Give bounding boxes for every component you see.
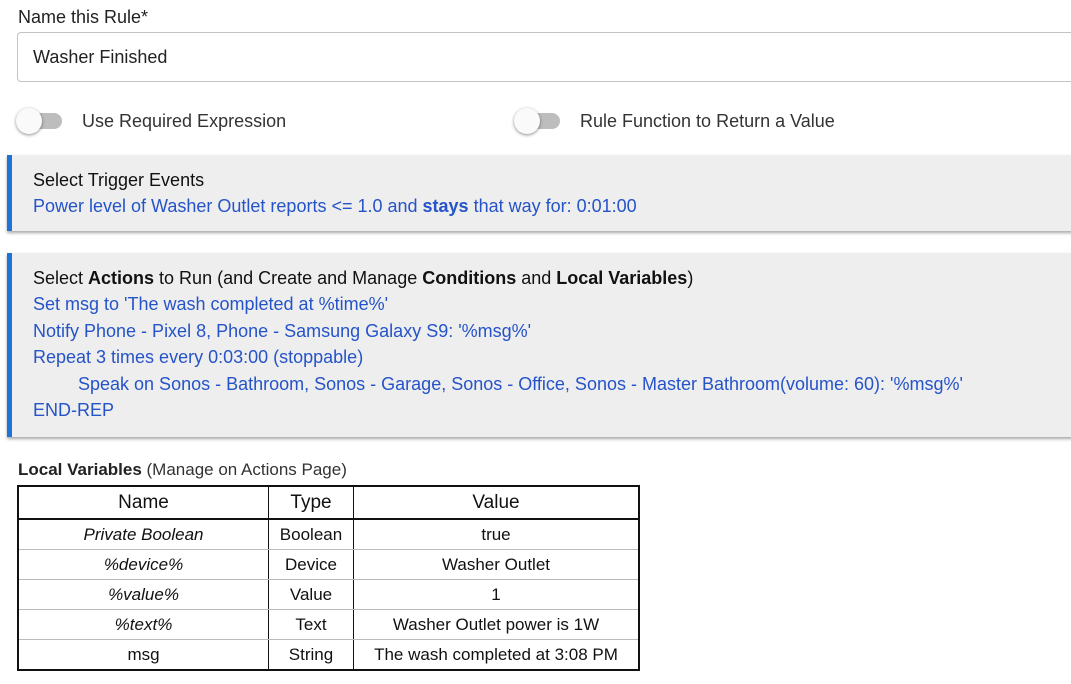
trigger-event-line[interactable]: Power level of Washer Outlet reports <= … <box>33 193 1071 220</box>
title-text: to Run (and Create and Manage <box>154 268 423 288</box>
table-row: Private Boolean Boolean true <box>17 518 640 550</box>
rule-function-return-value-label: Rule Function to Return a Value <box>580 110 835 131</box>
variable-value-cell: 1 <box>353 579 640 610</box>
local-variables-title: Local Variables (Manage on Actions Page) <box>18 460 347 480</box>
use-required-expression-toggle[interactable]: Use Required Expression <box>16 108 286 134</box>
trigger-events-panel[interactable]: Select Trigger Events Power level of Was… <box>7 155 1071 231</box>
variable-type-cell: String <box>268 639 354 671</box>
action-line[interactable]: Speak on Sonos - Bathroom, Sonos - Garag… <box>33 371 1071 398</box>
action-line[interactable]: Set msg to 'The wash completed at %time%… <box>33 291 1071 318</box>
toggle-switch[interactable] <box>16 108 64 134</box>
rule-name-input[interactable] <box>17 32 1071 82</box>
table-row: %value% Value 1 <box>17 579 640 610</box>
title-bold-text: Actions <box>88 268 155 288</box>
local-variables-table: Name Type Value Private Boolean Boolean … <box>17 485 640 671</box>
actions-panel[interactable]: Select Actions to Run (and Create and Ma… <box>7 253 1071 437</box>
toggle-switch[interactable] <box>514 108 562 134</box>
trigger-text: that way for: 0:01:00 <box>468 196 637 216</box>
variable-value-cell: true <box>353 518 640 550</box>
title-text: ) <box>687 268 694 288</box>
local-variables-subtitle: (Manage on Actions Page) <box>141 460 347 479</box>
variable-name-cell: %device% <box>17 549 269 580</box>
trigger-text: Power level of Washer Outlet reports <= … <box>33 196 423 216</box>
table-header-row: Name Type Value <box>17 485 640 520</box>
rule-name-label: Name this Rule* <box>18 7 149 27</box>
variable-type-cell: Boolean <box>268 518 354 550</box>
trigger-bold-text: stays <box>422 196 469 216</box>
table-row: %text% Text Washer Outlet power is 1W <box>17 609 640 640</box>
variable-type-cell: Value <box>268 579 354 610</box>
column-header-name: Name <box>17 485 269 520</box>
variable-name-cell: msg <box>17 639 269 671</box>
title-bold-text: Conditions <box>422 268 517 288</box>
actions-title: Select Actions to Run (and Create and Ma… <box>33 265 1071 291</box>
title-text: Select <box>33 268 89 288</box>
table-row: msg String The wash completed at 3:08 PM <box>17 639 640 671</box>
action-line[interactable]: Repeat 3 times every 0:03:00 (stoppable) <box>33 344 1071 371</box>
title-text: and <box>516 268 557 288</box>
trigger-events-title: Select Trigger Events <box>33 170 205 190</box>
title-bold-text: Local Variables <box>556 268 688 288</box>
variable-value-cell: The wash completed at 3:08 PM <box>353 639 640 671</box>
variable-name-cell: Private Boolean <box>17 518 269 550</box>
variable-name-cell: %text% <box>17 609 269 640</box>
local-variables-heading: Local Variables <box>18 460 142 479</box>
column-header-value: Value <box>353 485 640 520</box>
rule-function-return-value-toggle[interactable]: Rule Function to Return a Value <box>514 108 835 134</box>
variable-type-cell: Text <box>268 609 354 640</box>
action-line[interactable]: Notify Phone - Pixel 8, Phone - Samsung … <box>33 318 1071 345</box>
column-header-type: Type <box>268 485 354 520</box>
table-row: %device% Device Washer Outlet <box>17 549 640 580</box>
variable-value-cell: Washer Outlet power is 1W <box>353 609 640 640</box>
variable-type-cell: Device <box>268 549 354 580</box>
action-line[interactable]: END-REP <box>33 397 1071 424</box>
variable-value-cell: Washer Outlet <box>353 549 640 580</box>
use-required-expression-label: Use Required Expression <box>82 110 287 131</box>
variable-name-cell: %value% <box>17 579 269 610</box>
